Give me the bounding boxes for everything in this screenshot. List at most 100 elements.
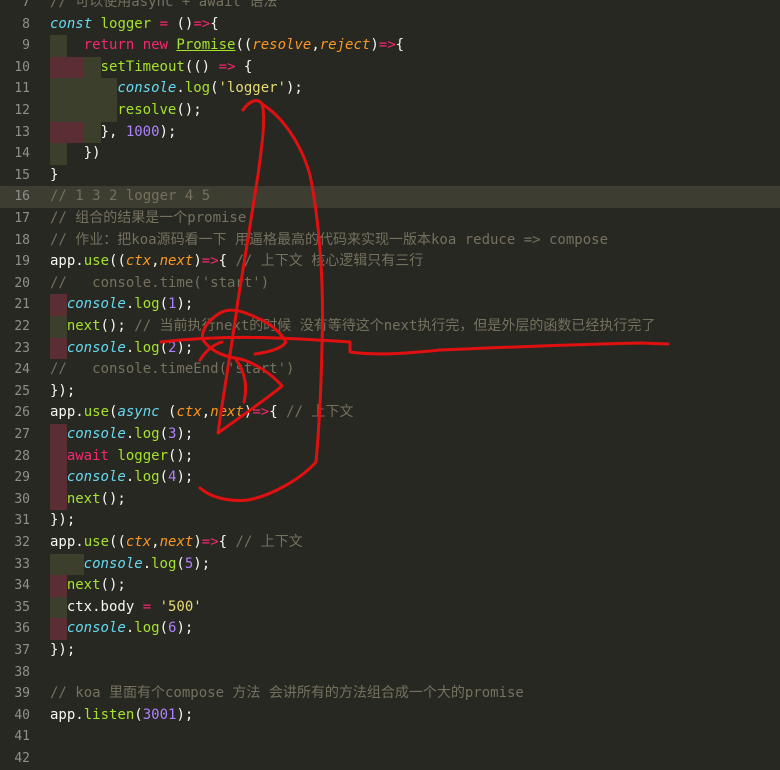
code-token: =>	[378, 37, 396, 54]
code-token: next	[159, 534, 194, 550]
code-token: // 上下文 核心逻辑只有三行	[235, 253, 424, 270]
code-token: // 上下文	[286, 404, 354, 421]
code-token: ,	[201, 404, 211, 421]
code-line[interactable]: 9 return new Promise((resolve,reject)=>{	[0, 35, 780, 57]
code-line[interactable]: 32 app.use((ctx,next)=>{ // 上下文	[0, 532, 780, 554]
code-line[interactable]: 20 // console.time('start')	[0, 273, 780, 295]
code-token: log	[134, 426, 160, 442]
code-text: app.use((ctx,next)=>{ // 上下文	[50, 532, 303, 554]
code-token: =>	[201, 253, 219, 270]
code-token: ();	[100, 490, 126, 507]
code-line[interactable]: 38	[0, 662, 780, 684]
code-line[interactable]: 26 app.use(async (ctx,next)=>{ // 上下文	[0, 402, 780, 424]
code-token: ctx	[125, 534, 152, 550]
code-token: app.	[50, 253, 84, 270]
line-number: 20	[14, 275, 30, 291]
code-token: ();	[176, 102, 202, 118]
code-token: );	[285, 80, 303, 97]
code-line[interactable]: 25});	[0, 381, 780, 403]
line-number: 23	[14, 340, 30, 356]
code-line[interactable]: 16 // 1 3 2 logger 4 5	[0, 186, 780, 208]
code-token: );	[193, 555, 211, 572]
code-token: (	[159, 426, 169, 442]
code-line[interactable]: 11 console.log('logger');	[0, 78, 780, 100]
code-token: });	[50, 642, 76, 658]
code-token: // console.timeEnd('start')	[50, 361, 295, 378]
code-text: next();	[67, 575, 126, 597]
code-text: // console.time('start')	[50, 273, 269, 295]
code-text: app.use(async (ctx,next)=>{ // 上下文	[50, 402, 353, 424]
code-line[interactable]: 35 ctx.body = '500'	[0, 596, 780, 619]
code-line[interactable]: 29 console.log(4);	[0, 467, 780, 489]
code-token: =>	[218, 58, 236, 75]
code-line[interactable]: 33 console.log(5);	[0, 553, 780, 576]
code-token: // 当前执行next的时候 没有等待这个next执行完，但是外层的函数已经执行…	[134, 318, 656, 334]
indent-guide	[83, 78, 101, 100]
line-number: 21	[14, 297, 30, 313]
code-token: ((	[109, 534, 126, 550]
code-token: next	[159, 253, 194, 270]
code-line[interactable]: 23 console.log(2);	[0, 337, 780, 360]
code-line[interactable]: 8 const logger = ()=>{	[0, 14, 780, 36]
code-line[interactable]: 37});	[0, 640, 780, 662]
code-line[interactable]: 27 console.log(3);	[0, 424, 780, 446]
code-line[interactable]: 13}, 1000);	[0, 121, 780, 144]
line-number: 41	[14, 729, 30, 745]
code-line[interactable]: 24 // console.timeEnd('start')	[0, 359, 780, 381]
indent-guide	[50, 337, 67, 360]
code-token: await	[66, 447, 109, 464]
indent-guide	[50, 467, 67, 489]
code-line[interactable]: 18 // 作业：把koa源码看一下 用逼格最高的代码来实现一版本koa redu…	[0, 230, 780, 252]
code-text: });	[50, 640, 75, 662]
code-token: use	[83, 534, 110, 550]
code-token: );	[176, 426, 194, 442]
code-line[interactable]: 41	[0, 726, 780, 748]
code-editor[interactable]: 7 // 可以使用async + await 语法 8 const logger = …	[0, 0, 780, 766]
code-line[interactable]: 28 await logger();	[0, 445, 780, 468]
line-number: 17	[14, 211, 30, 226]
indent-guide	[50, 488, 67, 511]
code-token: },	[100, 123, 126, 140]
code-line[interactable]: 22 next(); // 当前执行next的时候 没有等待这个next执行完，但…	[0, 316, 780, 338]
line-number: 8	[22, 16, 30, 32]
code-token: );	[176, 469, 194, 486]
code-line[interactable]: 31});	[0, 510, 780, 532]
code-token: // 1 3 2 logger 4 5	[50, 188, 211, 205]
code-line[interactable]: 19 app.use((ctx,next)=>{ // 上下文 核心逻辑只有三行	[0, 251, 780, 273]
code-line[interactable]: 42	[0, 748, 780, 770]
code-token: Promise	[176, 37, 236, 54]
indent-guide	[50, 35, 67, 57]
code-token: reject	[319, 37, 371, 54]
code-line[interactable]: 10 setTimeout(() => {	[0, 56, 780, 79]
code-line[interactable]: 36 console.log(6);	[0, 618, 780, 640]
code-line[interactable]: 40 app.listen(3001);	[0, 705, 780, 727]
line-number: 40	[14, 707, 30, 723]
code-token: next	[66, 577, 101, 594]
indent-guide	[83, 56, 101, 79]
indent-guide	[50, 56, 67, 79]
code-text: console.log(4);	[67, 467, 193, 489]
line-number: 33	[14, 556, 30, 572]
line-number: 42	[14, 751, 30, 766]
code-line[interactable]: 30 next();	[0, 488, 780, 511]
code-token: log	[134, 620, 160, 637]
code-token: console	[117, 80, 177, 97]
code-token: '500'	[159, 598, 202, 615]
code-token: (	[159, 469, 169, 486]
code-line[interactable]: 17 // 组合的结果是一个promise	[0, 208, 780, 230]
code-token: {	[218, 253, 236, 270]
code-line[interactable]: 34 next();	[0, 575, 780, 597]
code-line[interactable]: 39 // koa 里面有个compose 方法 会讲所有的方法组合成一个大的pr…	[0, 683, 780, 705]
code-line[interactable]: 21 console.log(1);	[0, 294, 780, 316]
code-token: ,	[151, 253, 160, 270]
line-number: 26	[14, 405, 30, 421]
code-token: ctx	[125, 253, 152, 270]
code-token: app.	[50, 404, 84, 421]
code-line[interactable]: 15}	[0, 165, 780, 187]
code-token: // 作业：把koa源码看一下 用逼格最高的代码来实现一版本koa reduce…	[50, 231, 609, 248]
code-line[interactable]: 14})	[0, 143, 780, 165]
code-line[interactable]: 7 // 可以使用async + await 语法	[0, 0, 780, 14]
code-line[interactable]: 12 resolve();	[0, 100, 780, 122]
